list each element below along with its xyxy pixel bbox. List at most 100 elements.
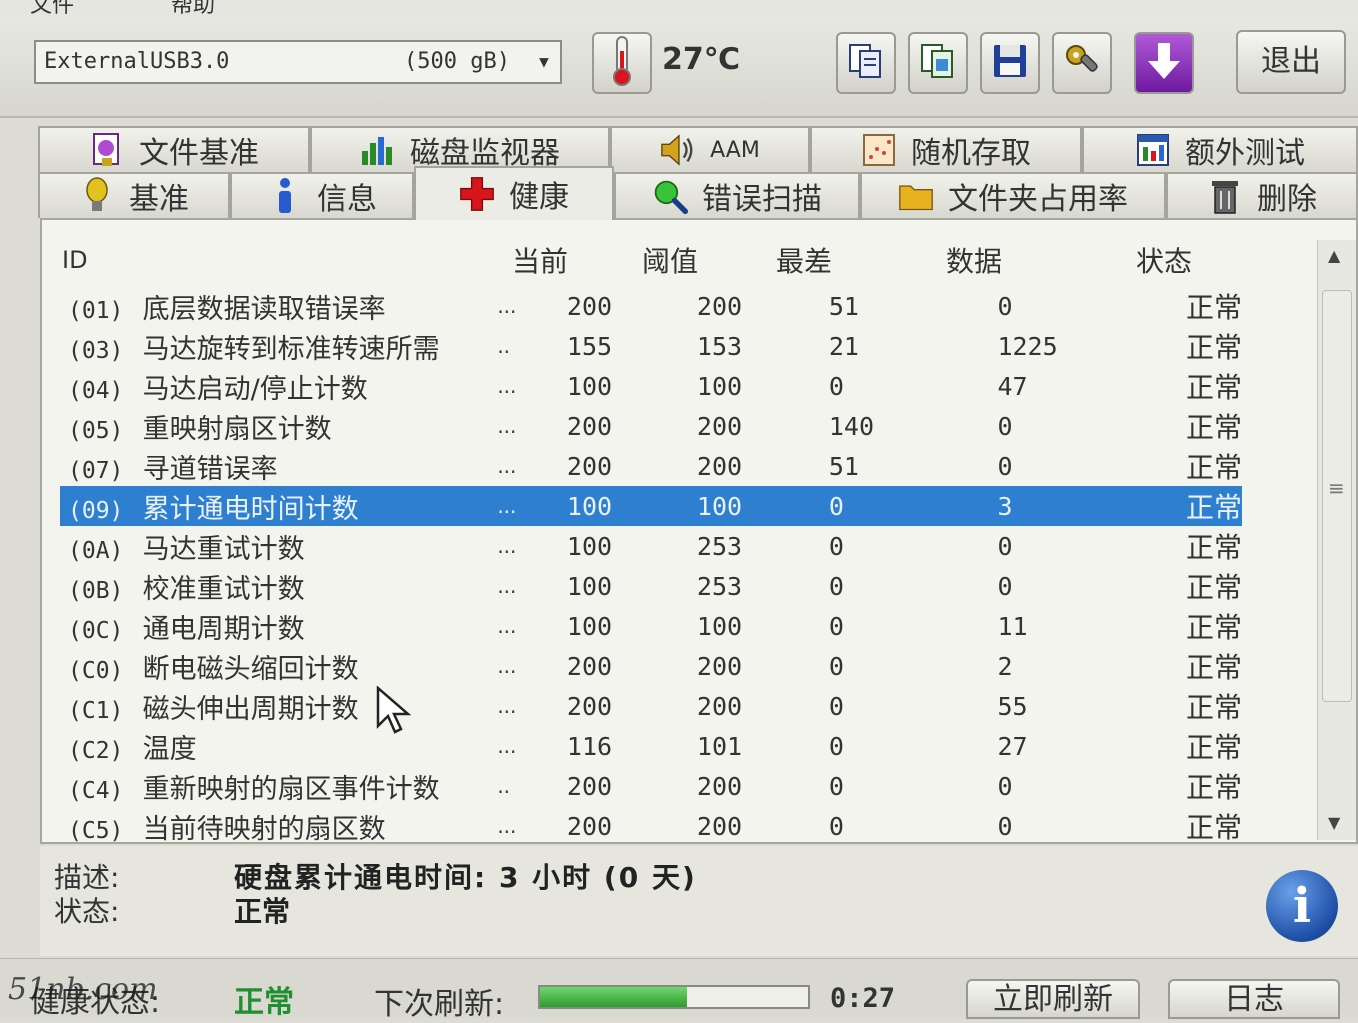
col-header-status[interactable]: 状态	[1136, 240, 1192, 280]
tab-label: 信息	[317, 182, 377, 217]
exit-button[interactable]: 退出	[1236, 30, 1346, 94]
attribute-name-cell: (C5) 当前待映射的扇区数	[60, 806, 497, 844]
table-row[interactable]: (04) 马达启动/停止计数... 100 100 0 47 正常	[60, 366, 1242, 406]
col-header-threshold[interactable]: 阈值	[642, 240, 698, 280]
thermometer-button[interactable]	[592, 32, 652, 94]
tab-label: 删除	[1257, 182, 1317, 217]
drive-select[interactable]: ExternalUSB3.0 (500 gB) ▼	[34, 40, 562, 84]
tab-info[interactable]: 信息	[230, 172, 414, 218]
copy-screenshot-button[interactable]	[908, 32, 968, 94]
attribute-name-cell: (01) 底层数据读取错误率	[60, 286, 497, 326]
attribute-name: 马达重试计数	[142, 533, 305, 565]
attribute-id: (04)	[68, 377, 124, 404]
menu-file[interactable]: 文件	[30, 0, 74, 17]
table-row[interactable]: (0C) 通电周期计数... 100 100 0 11 正常	[60, 606, 1242, 646]
table-row[interactable]: (07) 寻道错误率... 200 200 51 0 正常	[60, 446, 1242, 486]
copy-icon	[846, 41, 886, 85]
col-header-id[interactable]: ID	[62, 246, 88, 274]
attribute-worst: 0	[828, 811, 844, 841]
scroll-grip-icon: ≡	[1328, 476, 1345, 500]
attribute-status: 正常	[1185, 731, 1242, 764]
table-row[interactable]: (01) 底层数据读取错误率... 200 200 51 0 正常	[60, 286, 1242, 326]
log-button[interactable]: 日志	[1168, 979, 1340, 1019]
attribute-threshold: 200	[696, 691, 743, 721]
tab-health[interactable]: 健康	[414, 166, 614, 220]
benchmark-bulb-icon	[79, 177, 115, 214]
tab-error-scan[interactable]: 错误扫描	[614, 172, 860, 218]
table-row[interactable]: (05) 重映射扇区计数... 200 200 140 0 正常	[60, 406, 1242, 446]
tab-row-upper: 文件基准 磁盘监视器 AAM 随机存取 额外测试	[38, 126, 1358, 172]
attribute-id: (C2)	[68, 737, 124, 764]
tab-benchmark[interactable]: 基准	[38, 172, 230, 218]
magnifier-icon	[652, 178, 688, 214]
attribute-current: 200	[566, 691, 613, 721]
scroll-up-icon[interactable]: ▲	[1328, 246, 1340, 265]
attribute-worst: 0	[828, 731, 844, 761]
extra-tests-icon	[1135, 132, 1171, 168]
table-row[interactable]: (0A) 马达重试计数... 100 253 0 0 正常	[60, 526, 1242, 566]
tab-random-access[interactable]: 随机存取	[810, 126, 1082, 172]
attribute-name: 磁头伸出周期计数	[142, 693, 359, 725]
attribute-name: 重新映射的扇区事件计数	[142, 773, 440, 805]
attribute-name-cell: (C4) 重新映射的扇区事件计数	[60, 766, 497, 806]
table-row[interactable]: (09) 累计通电时间计数... 100 100 0 3 正常	[60, 486, 1242, 526]
tools-icon	[1062, 41, 1102, 85]
table-row[interactable]: (C4) 重新映射的扇区事件计数.. 200 200 0 0 正常	[60, 766, 1242, 806]
table-row[interactable]: (0B) 校准重试计数... 100 253 0 0 正常	[60, 566, 1242, 606]
attribute-worst: 51	[828, 451, 859, 481]
attribute-id: (03)	[68, 337, 124, 364]
attribute-status: 正常	[1185, 451, 1242, 484]
watermark-logo: 51nb.com	[8, 972, 158, 1007]
random-access-icon	[861, 132, 897, 168]
info-icon	[267, 178, 303, 214]
attribute-threshold: 200	[696, 651, 743, 681]
attribute-worst: 0	[828, 486, 998, 526]
attribute-id: (0A)	[68, 537, 124, 564]
attribute-worst: 0	[828, 531, 844, 561]
attribute-ellipsis: ..	[497, 774, 511, 798]
refresh-now-button[interactable]: 立即刷新	[966, 979, 1140, 1019]
scroll-down-icon[interactable]: ▼	[1328, 813, 1340, 832]
tab-folder-usage[interactable]: 文件夹占用率	[860, 172, 1166, 218]
attribute-worst: 0	[828, 691, 844, 721]
attribute-ellipsis: ...	[497, 534, 517, 558]
attribute-status: 正常	[1185, 651, 1242, 684]
tab-row-lower: 基准 信息 健康 错误扫描 文件夹占用率 删除	[38, 166, 1358, 220]
attribute-current: 100	[566, 531, 613, 561]
table-row[interactable]: (C2) 温度... 116 101 0 27 正常	[60, 726, 1242, 766]
attribute-name: 通电周期计数	[142, 613, 305, 645]
menu-bar: 文件 帮助	[0, 0, 1358, 19]
disk-monitor-icon	[360, 132, 396, 168]
attribute-worst: 140	[828, 411, 875, 441]
attribute-worst: 0	[828, 371, 844, 401]
copy-text-button[interactable]	[836, 32, 896, 94]
tab-file-benchmark[interactable]: 文件基准	[38, 126, 310, 172]
attribute-name-cell: (07) 寻道错误率	[60, 446, 497, 486]
save-button[interactable]	[980, 32, 1040, 94]
attribute-current: 155	[566, 331, 613, 361]
table-row[interactable]: (C5) 当前待映射的扇区数... 200 200 0 0 正常	[60, 806, 1242, 844]
attribute-id: (09)	[68, 497, 124, 524]
col-header-current[interactable]: 当前	[512, 240, 568, 280]
menu-help[interactable]: 帮助	[171, 0, 215, 17]
table-row[interactable]: (C1) 磁头伸出周期计数... 200 200 0 55 正常	[60, 686, 1242, 726]
attribute-name: 当前待映射的扇区数	[142, 813, 386, 844]
table-row[interactable]: (03) 马达旋转到标准转速所需.. 155 153 21 1225 正常	[60, 326, 1242, 366]
attribute-name-cell: (C0) 断电磁头缩回计数	[60, 646, 497, 686]
tab-delete[interactable]: 删除	[1166, 172, 1358, 218]
col-header-worst[interactable]: 最差	[776, 240, 832, 280]
table-row[interactable]: (C0) 断电磁头缩回计数... 200 200 0 2 正常	[60, 646, 1242, 686]
info-button[interactable]: i	[1266, 870, 1338, 942]
tab-aam[interactable]: AAM	[610, 126, 810, 172]
options-button[interactable]	[1052, 32, 1112, 94]
attribute-ellipsis: ...	[497, 454, 517, 478]
mouse-pointer-icon	[376, 686, 412, 734]
col-header-data[interactable]: 数据	[946, 240, 1002, 280]
attribute-name: 累计通电时间计数	[142, 493, 359, 525]
download-button[interactable]	[1134, 32, 1194, 94]
refresh-progress-fill	[540, 987, 688, 1007]
attribute-status: 正常	[1185, 291, 1242, 324]
vertical-scrollbar[interactable]: ▲ ≡ ▼	[1317, 240, 1356, 840]
tab-extra-tests[interactable]: 额外测试	[1082, 126, 1358, 172]
speaker-icon	[660, 132, 696, 168]
